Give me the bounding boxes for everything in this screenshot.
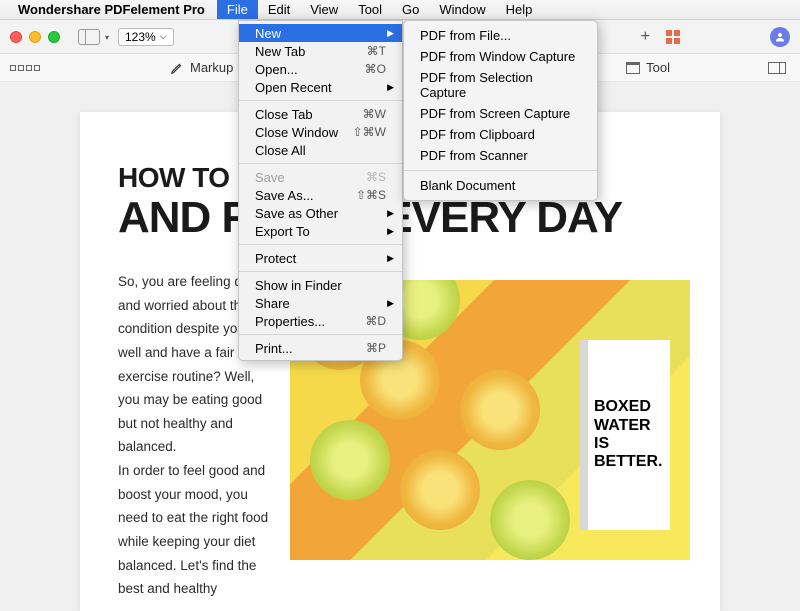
file-menu-item[interactable]: New ▶ [239, 24, 402, 42]
menu-view[interactable]: View [300, 0, 348, 19]
menu-item-label: Close All [255, 143, 306, 158]
carton-graphic: BOXED WATER IS BETTER. [580, 340, 670, 530]
menu-item-label: Close Window [255, 125, 338, 140]
menu-go[interactable]: Go [392, 0, 429, 19]
file-menu-item[interactable]: Properties... ⌘D [239, 312, 402, 330]
menu-shortcut: ⌘W [363, 107, 386, 121]
menu-item-label: Share [255, 296, 290, 311]
menu-file[interactable]: File [217, 0, 258, 19]
traffic-lights [10, 31, 60, 43]
new-submenu-item[interactable]: PDF from File... [404, 25, 597, 46]
sidebar-toggle-button[interactable] [78, 29, 100, 45]
file-menu-item[interactable]: Print... ⌘P [239, 339, 402, 357]
app-name[interactable]: Wondershare PDFelement Pro [18, 2, 205, 17]
file-menu-item[interactable]: Show in Finder [239, 276, 402, 294]
right-panel-toggle-icon[interactable] [768, 62, 786, 74]
submenu-arrow-icon: ▶ [387, 226, 394, 237]
menu-edit[interactable]: Edit [258, 0, 300, 19]
menu-shortcut: ⌘D [365, 314, 386, 328]
file-menu-item[interactable]: Close Window ⇧⌘W [239, 123, 402, 141]
user-avatar[interactable] [770, 27, 790, 47]
file-menu-item[interactable]: Close Tab ⌘W [239, 105, 402, 123]
submenu-arrow-icon: ▶ [387, 208, 394, 219]
markup-label: Markup [190, 60, 233, 75]
tool-label: Tool [646, 60, 670, 75]
menu-item-label: New [255, 26, 281, 41]
markup-tab[interactable]: Markup [170, 60, 233, 75]
menu-item-label: Protect [255, 251, 296, 266]
chevron-down-icon: ⌵ [160, 31, 167, 42]
file-menu-dropdown: New ▶ New Tab ⌘T Open... ⌘O Open Recent ▶ Close … [238, 20, 403, 361]
menu-item-label: Print... [255, 341, 293, 356]
menu-item-label: New Tab [255, 44, 305, 59]
new-submenu-item[interactable]: PDF from Selection Capture [404, 67, 597, 103]
menu-item-label: Save As... [255, 188, 314, 203]
menu-item-label: Properties... [255, 314, 325, 329]
file-menu-item[interactable]: Share ▶ [239, 294, 402, 312]
toolbox-icon [626, 62, 640, 74]
new-tab-button[interactable]: + [641, 28, 650, 46]
pen-icon [170, 61, 184, 75]
menu-shortcut: ⌘S [366, 170, 386, 184]
new-submenu-item[interactable]: PDF from Scanner [404, 145, 597, 166]
menu-item-label: Open... [255, 62, 298, 77]
person-icon [774, 31, 786, 43]
file-menu-item[interactable]: New Tab ⌘T [239, 42, 402, 60]
menu-item-label: Save [255, 170, 285, 185]
file-menu-item[interactable]: Protect ▶ [239, 249, 402, 267]
zoom-dropdown[interactable]: 123% ⌵ [118, 28, 174, 46]
menu-tool[interactable]: Tool [348, 0, 392, 19]
zoom-value: 123% [125, 30, 156, 44]
file-menu-item[interactable]: Open Recent ▶ [239, 78, 402, 96]
menu-help[interactable]: Help [496, 0, 543, 19]
maximize-window-button[interactable] [48, 31, 60, 43]
thumbnail-view-icon[interactable] [10, 65, 40, 71]
file-menu-item[interactable]: Export To ▶ [239, 222, 402, 240]
menu-shortcut: ⌘O [365, 62, 386, 76]
menu-shortcut: ⇧⌘W [353, 125, 386, 139]
menu-item-label: Open Recent [255, 80, 332, 95]
menu-item-label: Save as Other [255, 206, 338, 221]
new-submenu-item[interactable]: PDF from Clipboard [404, 124, 597, 145]
new-submenu: PDF from File...PDF from Window CaptureP… [403, 20, 598, 201]
menu-shortcut: ⌘T [367, 44, 386, 58]
menu-item-label: Close Tab [255, 107, 313, 122]
menu-window[interactable]: Window [429, 0, 495, 19]
close-window-button[interactable] [10, 31, 22, 43]
menu-shortcut: ⌘P [366, 341, 386, 355]
menu-item-label: Show in Finder [255, 278, 342, 293]
macos-menubar: Wondershare PDFelement Pro File Edit Vie… [0, 0, 800, 20]
menu-shortcut: ⇧⌘S [356, 188, 386, 202]
submenu-arrow-icon: ▶ [387, 28, 394, 39]
file-menu-item[interactable]: Close All [239, 141, 402, 159]
menu-item-label: Export To [255, 224, 310, 239]
new-submenu-item[interactable]: Blank Document [404, 175, 597, 196]
tool-tab[interactable]: Tool [626, 60, 670, 75]
file-menu-item[interactable]: Open... ⌘O [239, 60, 402, 78]
file-menu-item: Save ⌘S [239, 168, 402, 186]
grid-view-icon[interactable] [666, 30, 680, 44]
submenu-arrow-icon: ▶ [387, 298, 394, 309]
submenu-arrow-icon: ▶ [387, 82, 394, 93]
submenu-arrow-icon: ▶ [387, 253, 394, 264]
new-submenu-item[interactable]: PDF from Window Capture [404, 46, 597, 67]
file-menu-item[interactable]: Save As... ⇧⌘S [239, 186, 402, 204]
minimize-window-button[interactable] [29, 31, 41, 43]
new-submenu-item[interactable]: PDF from Screen Capture [404, 103, 597, 124]
file-menu-item[interactable]: Save as Other ▶ [239, 204, 402, 222]
